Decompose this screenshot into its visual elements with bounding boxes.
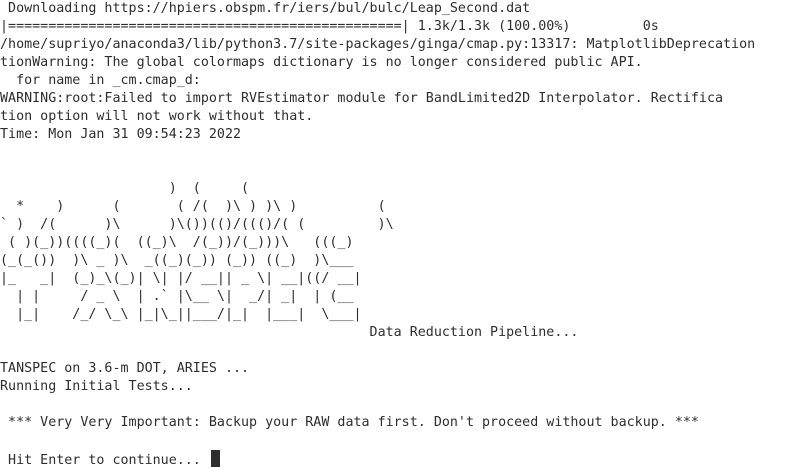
time-line: Time: Mon Jan 31 09:54:23 2022	[0, 127, 242, 142]
code-line: for name in _cm.cmap_d:	[0, 73, 201, 88]
ascii-banner-line-2: * ) ( ( /( )\ ) )\ ) (	[0, 199, 386, 214]
rvestimator-warning-line-2: tion option will not work without that.	[0, 109, 314, 124]
pipeline-subtitle: Data Reduction Pipeline...	[0, 325, 579, 340]
ascii-banner-line-6: |_ _| (_)_\(_)| \| |/ __|| _ \| __|((/ _…	[0, 271, 362, 286]
backup-warning-line: *** Very Very Important: Backup your RAW…	[0, 415, 699, 430]
terminal-window[interactable]: Downloading https://hpiers.obspm.fr/iers…	[0, 0, 810, 468]
deprecation-warning-line-2: tionWarning: The global colormaps dictio…	[0, 55, 643, 70]
ascii-banner-line-1: ) ( (	[0, 181, 250, 196]
ascii-banner-line-8: |_| /_/ \_\ |_|\_||___/|_| |___| \___|	[0, 307, 362, 322]
text-cursor[interactable]	[210, 450, 220, 467]
ascii-banner-line-7: | | / _ \ | .` |\__ \| _/| _| | (__	[0, 289, 354, 304]
prompt-line[interactable]: Hit Enter to continue...	[0, 450, 220, 468]
download-line: Downloading https://hpiers.obspm.fr/iers…	[0, 1, 531, 16]
progress-bar-line: |=======================================…	[0, 19, 659, 34]
ascii-banner-line-4: ( )(_))((((_)( ((_)\ /(_))/(_)))\ (((_)	[0, 235, 354, 250]
rvestimator-warning-line-1: WARNING:root:Failed to import RVEstimato…	[0, 91, 724, 106]
deprecation-warning-line-1: /home/supriyo/anaconda3/lib/python3.7/si…	[0, 37, 756, 52]
continue-prompt: Hit Enter to continue...	[0, 453, 209, 468]
running-tests-line: Running Initial Tests...	[0, 379, 193, 394]
instrument-line: TANSPEC on 3.6-m DOT, ARIES ...	[0, 361, 250, 376]
ascii-banner-line-3: ` ) /( )\ )\())(()/((()/( ( )\	[0, 217, 394, 232]
ascii-banner-line-5: (_(_()) )\ _ )\ _((_)(_)) (_)) ((_) )\__…	[0, 253, 354, 268]
